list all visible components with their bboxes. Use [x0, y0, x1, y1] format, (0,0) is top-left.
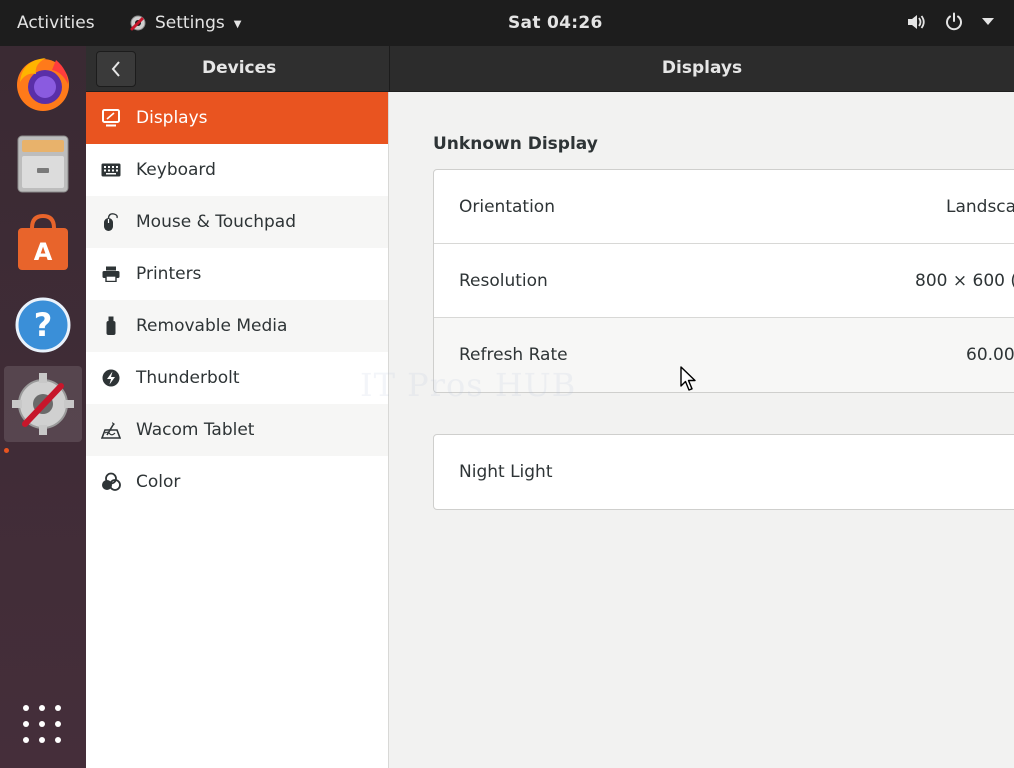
svg-text:?: ? [34, 306, 53, 344]
sidebar-item-thunderbolt[interactable]: Thunderbolt [86, 352, 388, 404]
page-title: Displays [661, 58, 743, 78]
sidebar-item-label: Keyboard [136, 160, 216, 180]
tablet-icon [101, 420, 121, 440]
watermark: IT Pros HUB [360, 366, 577, 404]
night-light-frame: Night Light [433, 434, 1014, 510]
chevron-down-icon: ▼ [233, 18, 242, 30]
sidebar-item-label: Printers [136, 264, 202, 284]
system-tray[interactable] [906, 12, 994, 32]
sidebar-item-label: Thunderbolt [136, 368, 240, 388]
chevron-down-icon[interactable] [982, 18, 994, 26]
resolution-value: 800 × 600 (4 [915, 270, 1014, 291]
display-name-heading: Unknown Display [433, 134, 598, 154]
dock-item-files[interactable] [12, 132, 74, 194]
usb-icon [101, 316, 121, 336]
sidebar-item-label: Color [136, 472, 181, 492]
top-bar: Activities Settings ▼ Sat 04:26 [0, 0, 1014, 46]
back-button[interactable] [96, 51, 136, 87]
night-light-label: Night Light [459, 462, 553, 482]
orientation-label: Orientation [459, 196, 555, 217]
dock-item-firefox[interactable] [12, 52, 74, 114]
sidebar-item-removable-media[interactable]: Removable Media [86, 300, 388, 352]
clock[interactable]: Sat 04:26 [508, 13, 603, 33]
sidebar-item-wacom-tablet[interactable]: Wacom Tablet [86, 404, 388, 456]
night-light-row[interactable]: Night Light [434, 435, 1014, 509]
dock-item-help[interactable]: ? [12, 294, 74, 356]
sidebar-item-color[interactable]: Color [86, 456, 388, 508]
settings-gear-icon [130, 15, 146, 31]
thunderbolt-icon [101, 368, 121, 388]
sidebar-item-keyboard[interactable]: Keyboard [86, 144, 388, 196]
sidebar-item-mouse-touchpad[interactable]: Mouse & Touchpad [86, 196, 388, 248]
app-menu-label: Settings [155, 13, 225, 33]
activities-button[interactable]: Activities [17, 13, 95, 33]
volume-icon[interactable] [906, 13, 926, 31]
refresh-rate-value: 60.00 [966, 345, 1014, 365]
printer-icon [101, 264, 121, 284]
display-settings-list: Orientation Landsca Resolution 800 × 600… [433, 169, 1014, 393]
dock: A ? [0, 46, 86, 768]
dock-item-settings[interactable] [4, 366, 82, 442]
app-menu[interactable]: Settings ▼ [128, 13, 241, 33]
chevron-left-icon [111, 61, 120, 77]
sidebar-item-label: Displays [136, 108, 208, 128]
resolution-row[interactable]: Resolution 800 × 600 (4 [434, 244, 1014, 318]
mouse-icon [101, 212, 121, 232]
svg-text:A: A [34, 238, 53, 266]
sidebar-item-printers[interactable]: Printers [86, 248, 388, 300]
dock-item-software[interactable]: A [12, 212, 74, 274]
help-icon: ? [15, 297, 71, 353]
orientation-value: Landsca [946, 196, 1014, 217]
sidebar-item-label: Wacom Tablet [136, 420, 255, 440]
resolution-label: Resolution [459, 270, 548, 291]
sidebar: Displays Keyboard Mouse & Touchpad Print… [86, 92, 389, 768]
apps-grid-icon [23, 705, 29, 711]
refresh-rate-label: Refresh Rate [459, 345, 568, 365]
display-icon [101, 108, 121, 128]
software-icon: A [18, 213, 68, 270]
sidebar-item-label: Mouse & Touchpad [136, 212, 297, 232]
orientation-row[interactable]: Orientation Landsca [434, 170, 1014, 244]
sidebar-item-label: Removable Media [136, 316, 288, 336]
settings-icon [12, 373, 74, 435]
sidebar-title: Devices [202, 58, 277, 78]
desktop: Activities Settings ▼ Sat 04:26 A ? Devi… [0, 0, 1014, 768]
keyboard-icon [101, 160, 121, 180]
show-applications-button[interactable] [23, 705, 63, 745]
sidebar-item-displays[interactable]: Displays [86, 92, 388, 144]
displays-panel: Unknown Display Orientation Landsca Reso… [390, 92, 1014, 768]
content-header: Displays [389, 46, 1014, 92]
power-icon[interactable] [944, 12, 964, 32]
mouse-pointer-icon [680, 366, 696, 391]
files-icon [17, 135, 69, 193]
firefox-icon [17, 58, 69, 111]
running-indicator [4, 448, 9, 453]
color-icon [101, 472, 121, 492]
sidebar-header: Devices [86, 46, 389, 92]
